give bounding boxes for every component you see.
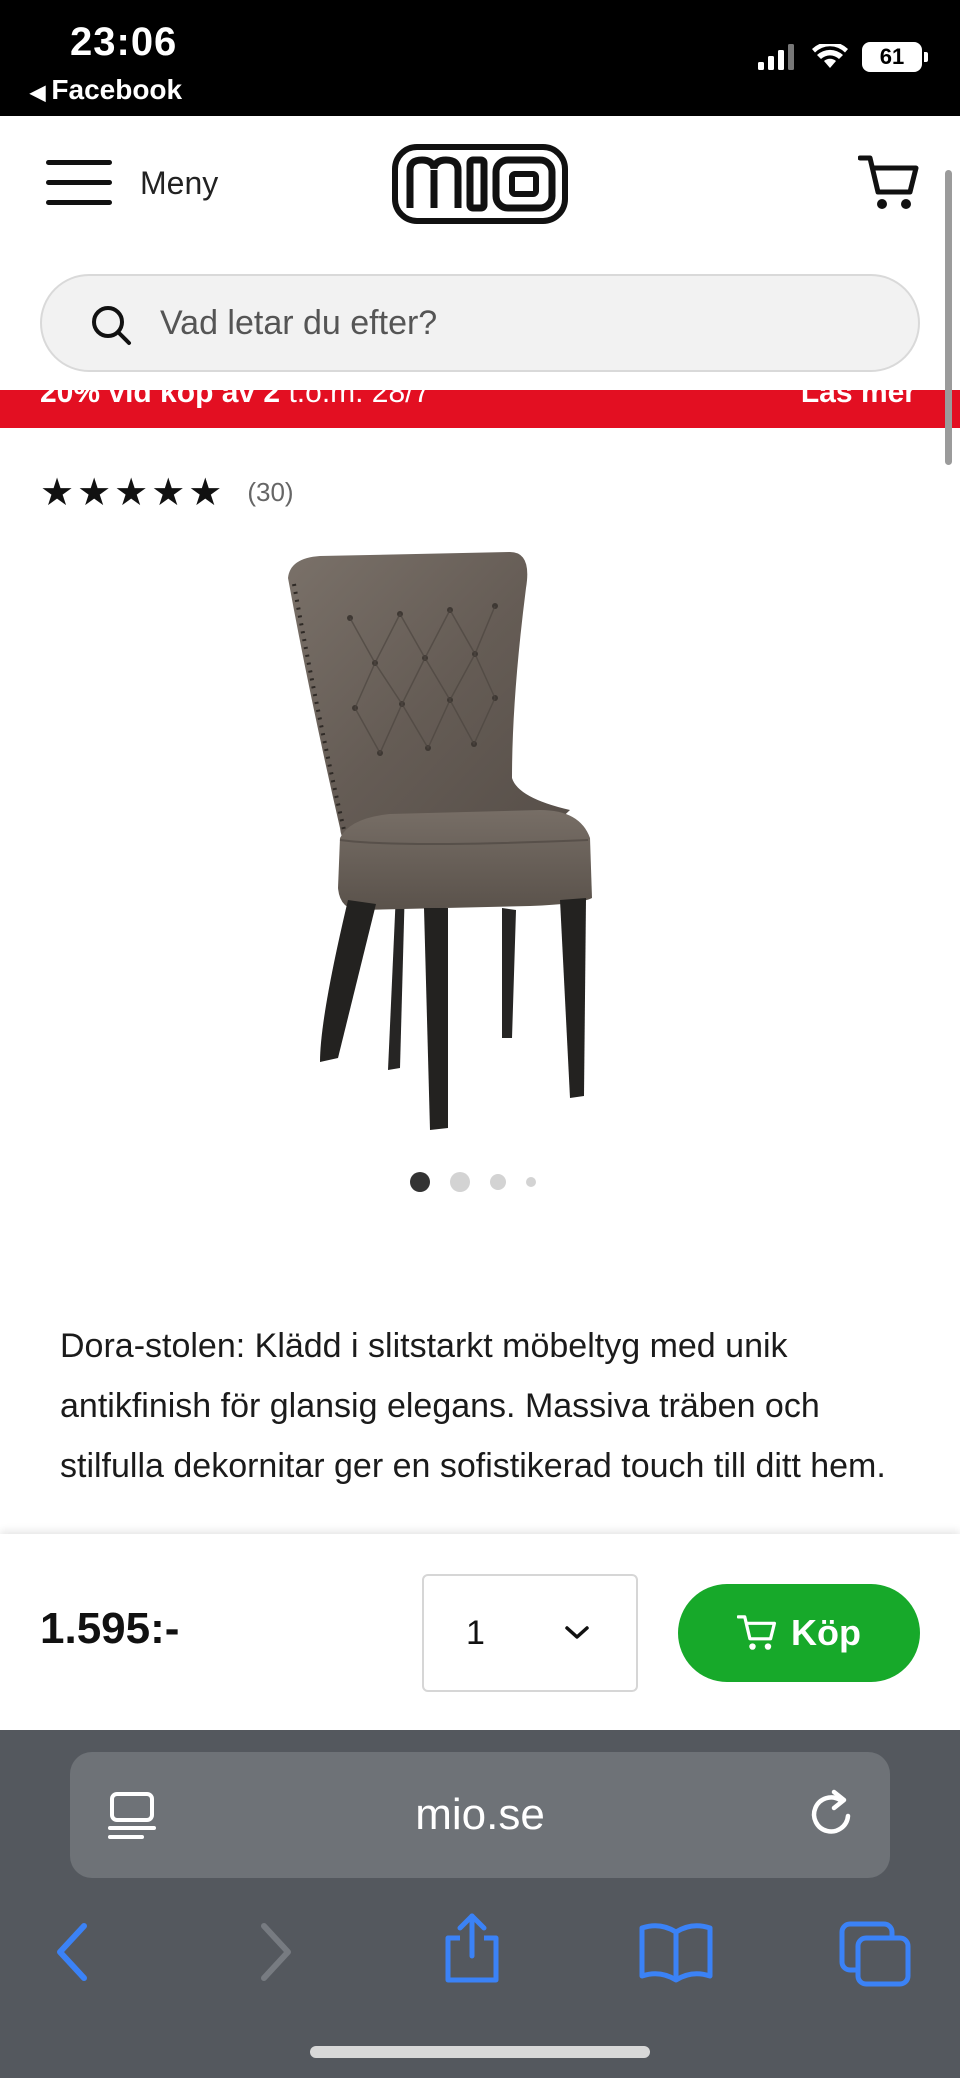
forward-arrow-icon[interactable] [254, 1920, 298, 1984]
menu-button[interactable]: Meny [46, 160, 218, 206]
back-triangle-icon: ◀ [30, 82, 46, 104]
status-bar: 23:06 ◀ Facebook 61 [0, 0, 960, 116]
rating-count: (30) [247, 477, 294, 507]
rating-stars: ★★★★★ [40, 472, 226, 514]
browser-toolbar [0, 1898, 960, 2018]
quantity-select[interactable]: 1 [422, 1574, 638, 1692]
product-rating[interactable]: ★★★★★ (30) [40, 470, 294, 515]
image-carousel-dots[interactable] [410, 1172, 536, 1192]
chair-image [288, 552, 592, 1130]
buy-bar: 1.595:- 1 Köp [0, 1534, 960, 1730]
carousel-dot-4[interactable] [526, 1177, 536, 1187]
back-to-app-link[interactable]: ◀ Facebook [30, 74, 182, 106]
menu-label: Meny [140, 164, 219, 201]
promo-date: t.o.m. 28/7 [280, 390, 431, 409]
chevron-down-icon [565, 1626, 589, 1639]
status-icons: 61 [758, 42, 928, 72]
search-icon [92, 306, 131, 345]
carousel-dot-3[interactable] [490, 1174, 506, 1190]
quantity-value: 1 [466, 1614, 485, 1652]
address-bar[interactable]: mio.se [70, 1752, 890, 1878]
buy-button-label: Köp [791, 1612, 861, 1653]
buy-button[interactable]: Köp [678, 1584, 920, 1682]
search-bar[interactable] [40, 274, 920, 372]
page-scrollbar[interactable] [945, 170, 952, 465]
mio-logo-mark [392, 144, 568, 224]
promo-text: 20% vid köp av 2 t.o.m. 28/7 [40, 390, 430, 410]
cart-icon [737, 1615, 777, 1650]
carousel-dot-2[interactable] [450, 1172, 470, 1192]
search-input[interactable] [160, 276, 860, 370]
browser-chrome: mio.se [0, 1730, 960, 2078]
url-text: mio.se [415, 1790, 545, 1839]
promo-read-more-link[interactable]: Läs mer [801, 390, 916, 410]
mio-logo[interactable] [392, 144, 568, 229]
wifi-icon [812, 44, 848, 68]
tabs-icon[interactable] [838, 1920, 914, 1990]
status-time: 23:06 [70, 20, 178, 64]
share-icon[interactable] [440, 1912, 504, 1984]
bookmarks-icon[interactable] [636, 1920, 716, 1984]
product-image[interactable] [280, 548, 700, 1138]
battery-indicator: 61 [862, 42, 928, 72]
reload-icon[interactable] [804, 1786, 860, 1842]
promo-banner[interactable]: 20% vid köp av 2 t.o.m. 28/7 Läs mer [0, 390, 960, 428]
signal-icon [758, 44, 794, 70]
site-header: Meny [0, 116, 960, 256]
hamburger-icon [46, 160, 112, 205]
promo-offer: 20% vid köp av 2 [40, 390, 281, 409]
home-indicator[interactable] [310, 2046, 650, 2058]
product-price: 1.595:- [40, 1604, 180, 1653]
cart-button[interactable] [857, 152, 920, 219]
product-description: Dora-stolen: Klädd i slitstarkt möbeltyg… [60, 1327, 886, 1485]
back-app-label: Facebook [51, 74, 183, 105]
carousel-dot-1[interactable] [410, 1172, 430, 1192]
cart-icon [857, 155, 919, 209]
back-arrow-icon[interactable] [50, 1920, 94, 1984]
